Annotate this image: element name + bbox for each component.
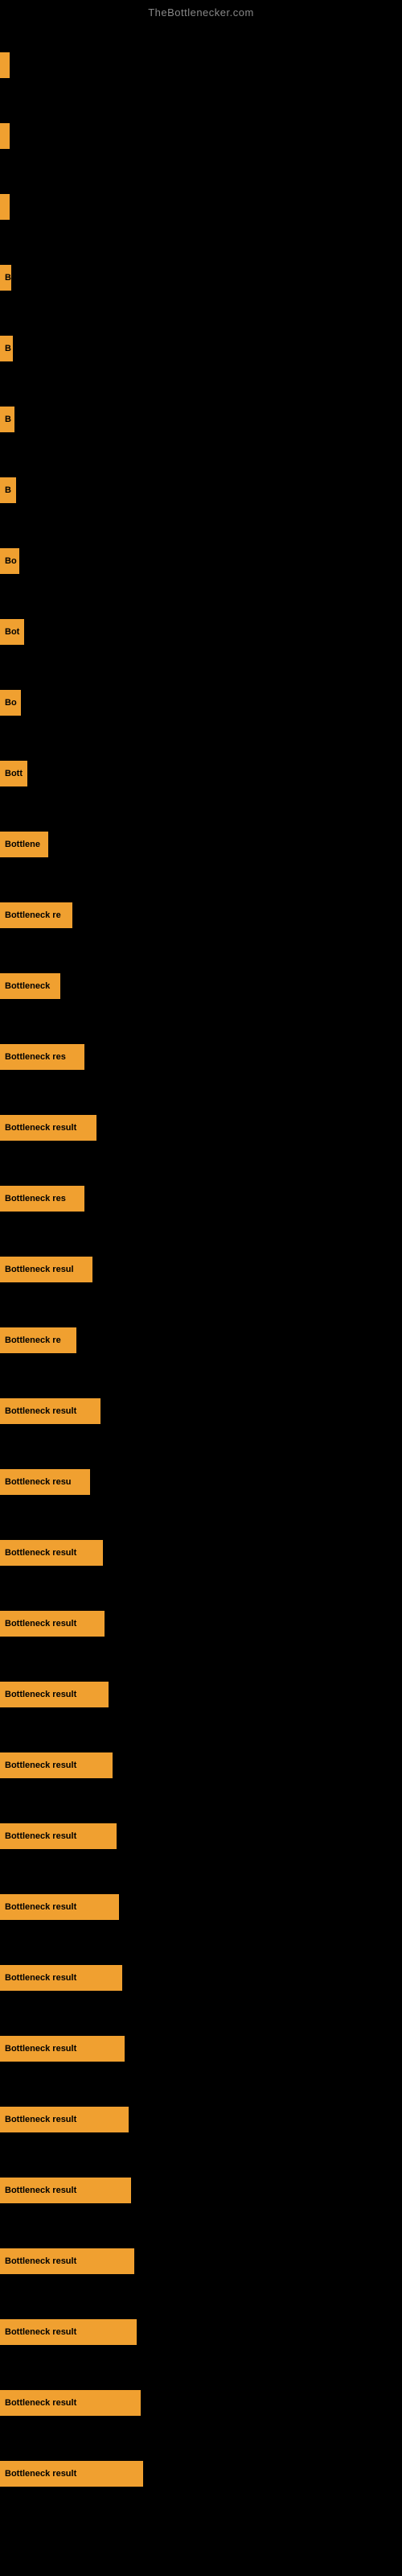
bar-row: Bottleneck result <box>0 2368 402 2438</box>
bar-label: Bottleneck result <box>0 1540 103 1566</box>
bar-label: Bottleneck result <box>0 1965 122 1991</box>
bar-row: Bottlene <box>0 809 402 880</box>
bar-label: B <box>0 407 14 432</box>
bar-row: Bottleneck res <box>0 1163 402 1234</box>
bar-row <box>0 101 402 171</box>
bar-row: B <box>0 455 402 526</box>
bar-label: Bottleneck res <box>0 1044 84 1070</box>
bar-row: B <box>0 384 402 455</box>
bars-container: B B B B Bo Bot Bo Bott Bottlene Bottleneck re Bott… <box>0 22 402 2509</box>
bar-row: Bottleneck result <box>0 1730 402 1801</box>
bar-label: Bo <box>0 690 21 716</box>
bar-row: B <box>0 242 402 313</box>
bar-label: Bottleneck result <box>0 2390 141 2416</box>
bar-row: Bottleneck resu <box>0 1447 402 1517</box>
bar-label <box>0 52 10 78</box>
bar-row: Bottleneck result <box>0 2226 402 2297</box>
bar-label: Bottleneck result <box>0 2107 129 2132</box>
bar-label: Bottleneck <box>0 973 60 999</box>
bar-label: B <box>0 265 11 291</box>
bar-row <box>0 30 402 101</box>
bar-row: Bottleneck result <box>0 1517 402 1588</box>
bar-label: Bottleneck result <box>0 1611 105 1637</box>
bar-label: Bottlene <box>0 832 48 857</box>
bar-label: Bottleneck result <box>0 1682 109 1707</box>
bar-row: Bottleneck result <box>0 1942 402 2013</box>
bar-label: Bottleneck result <box>0 2319 137 2345</box>
site-title: TheBottlenecker.com <box>0 0 402 22</box>
bar-label: Bottleneck result <box>0 1823 117 1849</box>
bar-label <box>0 123 10 149</box>
bar-row: Bottleneck re <box>0 880 402 951</box>
bar-label <box>0 194 10 220</box>
bar-label: Bottleneck re <box>0 1327 76 1353</box>
bar-row: B <box>0 313 402 384</box>
bar-row: Bo <box>0 526 402 597</box>
bar-row: Bottleneck result <box>0 1801 402 1872</box>
bar-label: B <box>0 336 13 361</box>
bar-row: Bottleneck result <box>0 2155 402 2226</box>
bar-label: Bo <box>0 548 19 574</box>
bar-label: Bottleneck re <box>0 902 72 928</box>
bar-label: Bottleneck res <box>0 1186 84 1212</box>
bar-label: Bottleneck result <box>0 1115 96 1141</box>
bar-row: Bottleneck result <box>0 1872 402 1942</box>
bar-label: Bottleneck result <box>0 1894 119 1920</box>
bar-label: Bottleneck result <box>0 2461 143 2487</box>
bar-label: Bottleneck result <box>0 2178 131 2203</box>
bar-row: Bottleneck result <box>0 1092 402 1163</box>
bar-row: Bottleneck res <box>0 1022 402 1092</box>
bar-row: Bottleneck result <box>0 1376 402 1447</box>
bar-label: Bottleneck resu <box>0 1469 90 1495</box>
bar-label: Bot <box>0 619 24 645</box>
bar-row: Bott <box>0 738 402 809</box>
bar-row: Bottleneck resul <box>0 1234 402 1305</box>
bar-row: Bottleneck <box>0 951 402 1022</box>
bar-row: Bottleneck result <box>0 2438 402 2509</box>
bar-row <box>0 171 402 242</box>
bar-label: B <box>0 477 16 503</box>
bar-row: Bot <box>0 597 402 667</box>
bar-row: Bottleneck result <box>0 2013 402 2084</box>
bar-label: Bott <box>0 761 27 786</box>
bar-label: Bottleneck result <box>0 2248 134 2274</box>
bar-label: Bottleneck result <box>0 2036 125 2062</box>
bar-row: Bottleneck re <box>0 1305 402 1376</box>
bar-row: Bottleneck result <box>0 1659 402 1730</box>
bar-row: Bottleneck result <box>0 2297 402 2368</box>
bar-label: Bottleneck resul <box>0 1257 92 1282</box>
bar-row: Bottleneck result <box>0 1588 402 1659</box>
bar-row: Bo <box>0 667 402 738</box>
bar-label: Bottleneck result <box>0 1398 100 1424</box>
bar-row: Bottleneck result <box>0 2084 402 2155</box>
bar-label: Bottleneck result <box>0 1752 113 1778</box>
